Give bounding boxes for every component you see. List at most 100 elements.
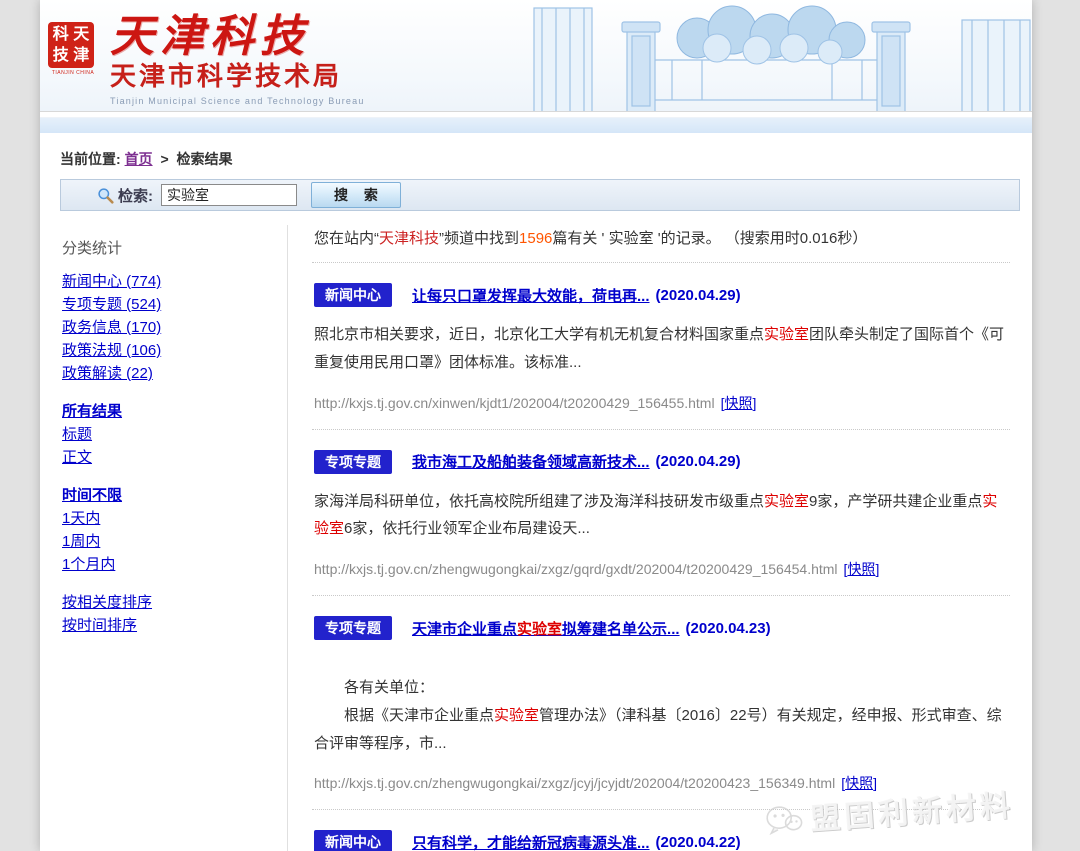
seal-char: 科 [51, 25, 71, 45]
sidebar-list-item: 按时间排序 [62, 618, 277, 634]
sidebar-time-filter-link[interactable]: 1周内 [62, 533, 100, 550]
header-divider-band [40, 117, 1032, 133]
result-url: http://kxjs.tj.gov.cn/zhengwugongkai/zxg… [314, 775, 835, 791]
snippet-text: 家海洋局科研单位，依托高校院所组建了涉及海洋科技研发市级重点 [314, 493, 764, 510]
keyword-highlight: 实验室 [517, 621, 562, 638]
summary-channel: 天津科技 [379, 230, 439, 247]
breadcrumb-home-link[interactable]: 首页 [125, 151, 153, 167]
seal-char: 津 [72, 46, 92, 66]
keyword-highlight: 实验室 [494, 707, 539, 724]
sidebar-scope-link[interactable]: 正文 [62, 449, 92, 466]
snapshot-link[interactable]: [快照] [844, 561, 880, 577]
snippet-text: 只有科学，才能给新冠病毒源头准... [412, 835, 650, 851]
content: 分类统计 新闻中心 (774) 专项专题 (524) 政务信息 (170) 政策法规 … [40, 211, 1032, 851]
sidebar-stats-title: 分类统计 [62, 237, 277, 258]
breadcrumb-label: 当前位置: [60, 151, 121, 167]
result-snippet: 各有关单位：根据《天津市企业重点实验室管理办法》（津科基〔2016〕22号）有关… [314, 674, 1008, 757]
result-url: http://kxjs.tj.gov.cn/zhengwugongkai/zxg… [314, 561, 838, 577]
sidebar-time-filter-link[interactable]: 时间不限 [62, 487, 122, 504]
snippet-text: 拟筹建名单公示... [562, 621, 680, 638]
result-date: (2020.04.22) [656, 834, 741, 851]
scope-list: 所有结果标题正文 [62, 404, 277, 466]
results-list: 新闻中心 让每只口罩发挥最大效能，荷电再... (2020.04.29) 照北京市相关… [312, 263, 1010, 851]
sidebar-scope-link[interactable]: 所有结果 [62, 403, 122, 420]
sidebar-list-item: 新闻中心 (774) [62, 274, 277, 290]
summary-count: 1596 [519, 230, 552, 247]
sidebar-list-item: 政策法规 (106) [62, 343, 277, 359]
search-input[interactable] [161, 184, 297, 206]
result-date: (2020.04.23) [686, 620, 771, 637]
search-label: 检索: [118, 185, 153, 206]
result-snippet: 照北京市相关要求，近日，北京化工大学有机无机复合材料国家重点实验室团队牵头制定了… [314, 321, 1008, 377]
snapshot-link[interactable]: [快照] [841, 775, 877, 791]
result-url-row: http://kxjs.tj.gov.cn/zhengwugongkai/zxg… [314, 773, 1010, 793]
sidebar-list-item: 正文 [62, 450, 277, 466]
result-title-link[interactable]: 天津市企业重点实验室拟筹建名单公示... [412, 618, 680, 639]
sidebar-list-item: 按相关度排序 [62, 595, 277, 611]
snippet-text: 我市海工及船舶装备领域高新技术... [412, 454, 650, 471]
search-bar: 检索: 搜 索 [60, 179, 1020, 211]
sidebar-category-link[interactable]: 政策解读 (22) [62, 365, 153, 382]
result-url-row: http://kxjs.tj.gov.cn/xinwen/kjdt1/20200… [314, 393, 1010, 413]
sidebar-scope-link[interactable]: 标题 [62, 426, 92, 443]
sidebar-list-item: 1天内 [62, 511, 277, 527]
snippet-text: 根据《天津市企业重点 [344, 707, 494, 724]
result-url: http://kxjs.tj.gov.cn/xinwen/kjdt1/20200… [314, 395, 715, 411]
search-result-item: 专项专题 我市海工及船舶装备领域高新技术... (2020.04.29) 家海洋局科研… [312, 430, 1010, 597]
sidebar-category-link[interactable]: 专项专题 (524) [62, 296, 161, 313]
sidebar-category-link[interactable]: 政务信息 (170) [62, 319, 161, 336]
sidebar-category-link[interactable]: 政策法规 (106) [62, 342, 161, 359]
search-icon [97, 187, 114, 204]
sidebar-list-item: 标题 [62, 427, 277, 443]
result-category-badge: 专项专题 [314, 450, 392, 474]
snippet-text: 各有关单位： [344, 679, 434, 696]
time-filter-list: 时间不限 1天内 1周内 1个月内 [62, 488, 277, 573]
result-title-link[interactable]: 只有科学，才能给新冠病毒源头准... [412, 832, 650, 851]
page: 科天技津 TIANJIN CHINA 天津科技 天津市科学技术局 Tianjin… [40, 0, 1032, 851]
seal-char: 天 [72, 25, 92, 45]
building-sketch-image [532, 0, 1032, 112]
sidebar-time-filter-link[interactable]: 1个月内 [62, 556, 115, 573]
sidebar-category-link[interactable]: 新闻中心 (774) [62, 273, 161, 290]
seal-caption: TIANJIN CHINA [48, 70, 98, 76]
bureau-name-english: Tianjin Municipal Science and Technology… [110, 96, 365, 106]
sidebar-list-item: 政策解读 (22) [62, 366, 277, 382]
sidebar-sort-link[interactable]: 按相关度排序 [62, 594, 152, 611]
search-button[interactable]: 搜 索 [311, 182, 401, 208]
results-summary: 您在站内“天津科技”频道中找到1596篇有关 ' 实验室 '的记录。 （搜索用时… [312, 225, 1010, 263]
seal-char: 技 [51, 46, 71, 66]
snippet-text: 6家，依托行业领军企业布局建设天... [344, 520, 590, 537]
result-title-link[interactable]: 让每只口罩发挥最大效能，荷电再... [412, 285, 650, 306]
result-category-badge: 新闻中心 [314, 283, 392, 307]
snapshot-link[interactable]: [快照] [721, 395, 757, 411]
site-name: 天津科技 [110, 14, 365, 60]
keyword-highlight: 实验室 [764, 326, 809, 343]
snippet-text: 照北京市相关要求，近日，北京化工大学有机无机复合材料国家重点 [314, 326, 764, 343]
result-date: (2020.04.29) [656, 453, 741, 470]
search-result-item: 新闻中心只有科学，才能给新冠病毒源头准...(2020.04.22)究论文，可称… [312, 810, 1010, 851]
search-result-item: 新闻中心 让每只口罩发挥最大效能，荷电再... (2020.04.29) 照北京市相关… [312, 263, 1010, 430]
site-logo: 科天技津 TIANJIN CHINA 天津科技 天津市科学技术局 Tianjin… [48, 14, 365, 106]
site-header: 科天技津 TIANJIN CHINA 天津科技 天津市科学技术局 Tianjin… [40, 0, 1032, 112]
breadcrumb-current: 检索结果 [177, 151, 233, 167]
sidebar: 分类统计 新闻中心 (774) 专项专题 (524) 政务信息 (170) 政策法规 … [40, 225, 288, 851]
seal-logo-icon: 科天技津 TIANJIN CHINA [48, 22, 98, 76]
result-category-badge: 新闻中心 [314, 830, 392, 851]
bureau-name: 天津市科学技术局 [110, 60, 365, 92]
result-title-link[interactable]: 我市海工及船舶装备领域高新技术... [412, 451, 650, 472]
sidebar-list-item: 所有结果 [62, 404, 277, 420]
snippet-text: 让每只口罩发挥最大效能，荷电再... [412, 288, 650, 305]
sidebar-sort-link[interactable]: 按时间排序 [62, 617, 137, 634]
breadcrumb-separator: > [160, 151, 168, 167]
sidebar-list-item: 1个月内 [62, 557, 277, 573]
result-date: (2020.04.29) [656, 287, 741, 304]
search-result-item: 专项专题天津市企业重点实验室拟筹建名单公示...(2020.04.23)各有关单… [312, 596, 1010, 810]
keyword-highlight: 实验室 [764, 493, 809, 510]
breadcrumb: 当前位置: 首页 > 检索结果 [40, 133, 1032, 177]
result-snippet: 家海洋局科研单位，依托高校院所组建了涉及海洋科技研发市级重点实验室9家，产学研共… [314, 488, 1008, 544]
sidebar-list-item: 专项专题 (524) [62, 297, 277, 313]
result-url-row: http://kxjs.tj.gov.cn/zhengwugongkai/zxg… [314, 559, 1010, 579]
sidebar-time-filter-link[interactable]: 1天内 [62, 510, 100, 527]
snippet-text: 天津市企业重点 [412, 621, 517, 638]
sidebar-list-item: 1周内 [62, 534, 277, 550]
